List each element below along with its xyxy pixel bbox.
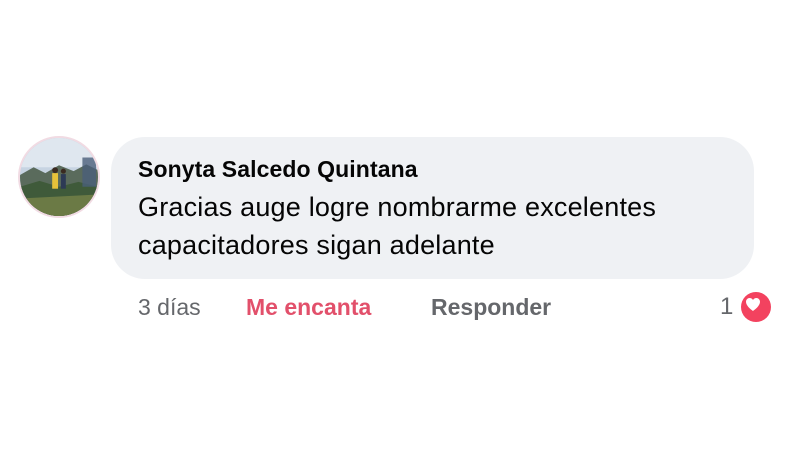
comment-actions: 3 días Me encanta Responder bbox=[138, 290, 578, 324]
heart-icon bbox=[738, 289, 774, 325]
avatar-photo bbox=[20, 138, 98, 216]
comment-text-line: Gracias auge logre nombrarme excelentes bbox=[138, 192, 657, 222]
reply-button[interactable]: Responder bbox=[431, 290, 551, 324]
comment-text-line: capacitadores sigan adelante bbox=[138, 230, 495, 260]
comment: Sonyta Salcedo Quintana Gracias auge log… bbox=[0, 0, 792, 458]
reaction-count: 1 bbox=[720, 293, 734, 320]
comment-author[interactable]: Sonyta Salcedo Quintana bbox=[138, 154, 730, 184]
comment-timestamp[interactable]: 3 días bbox=[138, 290, 201, 324]
reaction-summary[interactable]: 1 bbox=[716, 289, 780, 325]
comment-text: Gracias auge logre nombrarme excelentes … bbox=[138, 188, 730, 264]
comment-bubble: Sonyta Salcedo Quintana Gracias auge log… bbox=[111, 137, 754, 279]
love-reaction-button[interactable]: Me encanta bbox=[246, 290, 371, 324]
avatar[interactable] bbox=[18, 136, 100, 218]
